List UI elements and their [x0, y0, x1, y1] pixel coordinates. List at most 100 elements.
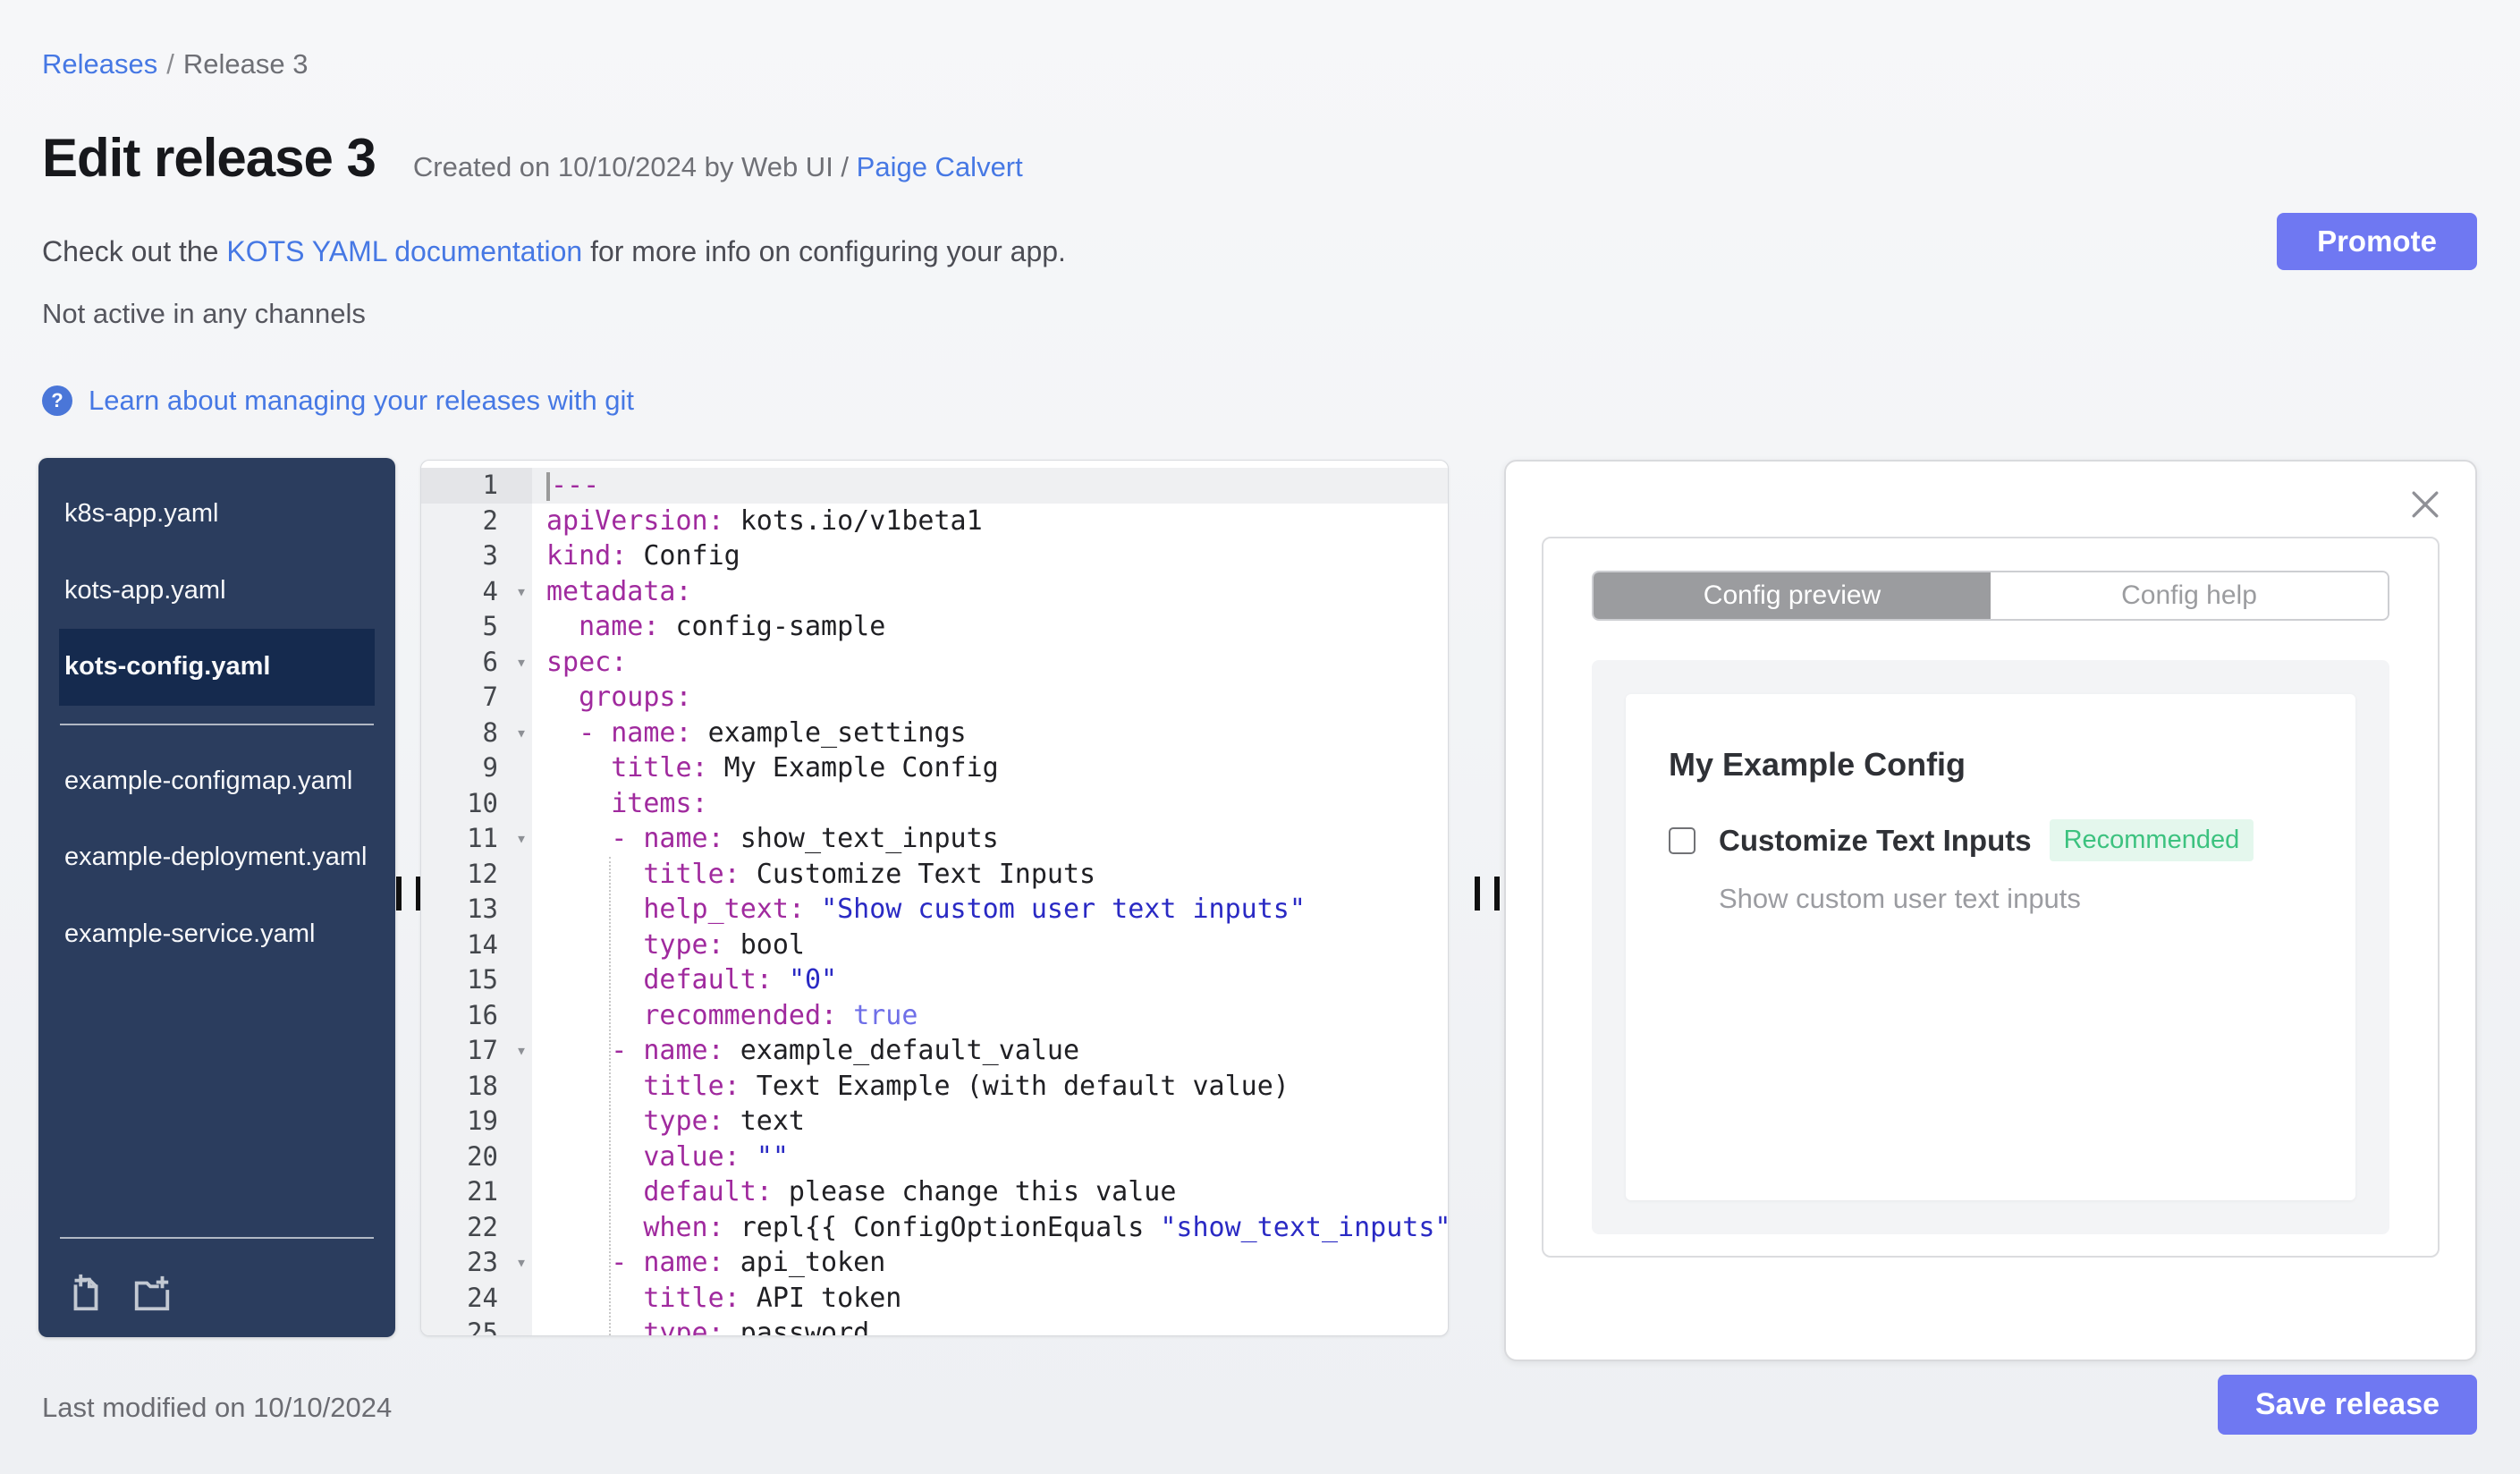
code-line-1[interactable]: 1 ---: [421, 468, 1448, 504]
code-line-3[interactable]: 3 kind: Config: [421, 538, 1448, 574]
new-file-icon[interactable]: [65, 1273, 106, 1314]
code-text: apiVersion: kots.io/v1beta1: [546, 504, 983, 537]
sidebar-file-k8s-app.yaml[interactable]: k8s-app.yaml: [59, 476, 375, 553]
code-text: name: config-sample: [579, 611, 886, 642]
code-text: type: text: [643, 1106, 805, 1137]
code-line-21[interactable]: 21 default: please change this value: [421, 1174, 1448, 1210]
file-list: k8s-app.yaml kots-app.yaml kots-config.yam…: [38, 476, 395, 972]
sidebar-bottom: [38, 1219, 395, 1337]
created-text: Created on 10/10/2024 by Web UI /: [412, 151, 857, 182]
fold-arrow-icon[interactable]: ▾: [516, 821, 527, 857]
code-text: type: bool: [643, 928, 805, 961]
last-modified-text: Last modified on 10/10/2024: [42, 1392, 393, 1423]
code-line-12[interactable]: 12 title: Customize Text Inputs: [421, 856, 1448, 892]
code-text: ---: [532, 468, 1448, 504]
fold-arrow-icon[interactable]: ▾: [516, 574, 527, 610]
line-number: 11 ▾: [421, 821, 532, 857]
config-card: My Example Config Customize Text Inputs …: [1626, 694, 2355, 1200]
code-line-11[interactable]: 11 ▾ - name: show_text_inputs: [421, 821, 1448, 857]
code-text: groups:: [579, 682, 692, 713]
line-number: 15: [421, 962, 532, 998]
code-line-8[interactable]: 8 ▾ - name: example_settings: [421, 715, 1448, 751]
sidebar-file-kots-config.yaml[interactable]: kots-config.yaml: [59, 629, 375, 706]
code-line-22[interactable]: 22 when: repl{{ ConfigOptionEquals "show…: [421, 1209, 1448, 1245]
config-tabs: Config preview Config help: [1592, 571, 2389, 621]
line-number: 6 ▾: [421, 644, 532, 681]
line-number: 2: [421, 503, 532, 538]
new-folder-icon[interactable]: [131, 1273, 173, 1314]
line-number: 21: [421, 1174, 532, 1210]
git-releases-link[interactable]: Learn about managing your releases with …: [89, 385, 634, 417]
code-line-2[interactable]: 2 apiVersion: kots.io/v1beta1: [421, 503, 1448, 538]
editor-lines: 1 --- 2 apiVersion: kots.io/v1beta1 3 kind: C…: [421, 461, 1448, 1335]
code-line-20[interactable]: 20 value: "": [421, 1139, 1448, 1174]
sidebar-file-example-configmap.yaml[interactable]: example-configmap.yaml: [59, 743, 375, 820]
question-icon: ?: [42, 385, 72, 416]
code-line-25[interactable]: 25 type: password: [421, 1316, 1448, 1336]
code-line-16[interactable]: 16 recommended: true: [421, 997, 1448, 1033]
code-text: default: please change this value: [643, 1176, 1177, 1207]
code-line-18[interactable]: 18 title: Text Example (with default val…: [421, 1068, 1448, 1104]
code-line-5[interactable]: 5 name: config-sample: [421, 609, 1448, 645]
code-line-24[interactable]: 24 title: API token: [421, 1280, 1448, 1316]
save-release-button[interactable]: Save release: [2218, 1375, 2477, 1435]
code-line-17[interactable]: 17 ▾ - name: example_default_value: [421, 1033, 1448, 1069]
config-item-help: Show custom user text inputs: [1719, 883, 2081, 914]
code-text: items:: [611, 787, 708, 819]
line-number: 5: [421, 609, 532, 645]
panel-resize-handle[interactable]: [1475, 877, 1500, 911]
close-icon[interactable]: [2406, 485, 2445, 524]
breadcrumb-releases-link[interactable]: Releases: [42, 48, 157, 80]
line-number: 3: [421, 538, 532, 574]
code-line-19[interactable]: 19 type: text: [421, 1104, 1448, 1139]
code-line-9[interactable]: 9 title: My Example Config: [421, 750, 1448, 786]
config-item-label: Customize Text Inputs: [1719, 823, 2032, 857]
code-text: - name: show_text_inputs: [611, 823, 999, 854]
line-number: 14: [421, 927, 532, 962]
doc-line: Check out the KOTS YAML documentation fo…: [42, 235, 1066, 268]
title-row: Edit release 3 Created on 10/10/2024 by …: [42, 127, 1023, 189]
config-preview-surface: My Example Config Customize Text Inputs …: [1592, 660, 2389, 1234]
code-line-4[interactable]: 4 ▾ metadata:: [421, 573, 1448, 610]
fold-arrow-icon[interactable]: ▾: [516, 645, 527, 681]
breadcrumb: Releases / Release 3: [42, 48, 308, 80]
customize-text-inputs-checkbox[interactable]: [1669, 826, 1696, 854]
yaml-code-editor[interactable]: 1 --- 2 apiVersion: kots.io/v1beta1 3 kind: C…: [420, 460, 1449, 1336]
code-text: metadata:: [546, 575, 692, 607]
code-text: when: repl{{ ConfigOptionEquals "show_te…: [643, 1211, 1448, 1243]
config-panel-card: Config preview Config help My Example Co…: [1542, 537, 2440, 1258]
code-line-7[interactable]: 7 groups:: [421, 680, 1448, 716]
code-line-6[interactable]: 6 ▾ spec:: [421, 644, 1448, 681]
kots-yaml-doc-link[interactable]: KOTS YAML documentation: [226, 235, 582, 267]
sidebar-file-kots-app.yaml[interactable]: kots-app.yaml: [59, 553, 375, 630]
code-text: spec:: [546, 646, 628, 678]
created-author-link[interactable]: Paige Calvert: [857, 151, 1023, 182]
code-line-15[interactable]: 15 default: "0": [421, 962, 1448, 998]
file-sidebar: k8s-app.yaml kots-app.yaml kots-config.yam…: [38, 458, 395, 1337]
tab-config-preview[interactable]: Config preview: [1594, 572, 1991, 619]
fold-arrow-icon[interactable]: ▾: [516, 1245, 527, 1281]
code-line-13[interactable]: 13 help_text: "Show custom user text inp…: [421, 892, 1448, 928]
config-group-title: My Example Config: [1669, 746, 1966, 783]
code-text: - name: api_token: [611, 1247, 886, 1278]
fold-arrow-icon[interactable]: ▾: [516, 716, 527, 751]
tab-config-help[interactable]: Config help: [1991, 572, 2388, 619]
line-number: 17 ▾: [421, 1033, 532, 1069]
code-text: type: password: [643, 1317, 870, 1336]
code-text: recommended: true: [643, 999, 918, 1031]
created-info: Created on 10/10/2024 by Web UI / Paige …: [413, 151, 1023, 183]
fold-arrow-icon[interactable]: ▾: [516, 1033, 527, 1069]
recommended-badge: Recommended: [2049, 819, 2254, 861]
sidebar-file-example-deployment.yaml[interactable]: example-deployment.yaml: [59, 819, 375, 896]
code-line-10[interactable]: 10 items:: [421, 785, 1448, 821]
promote-button[interactable]: Promote: [2277, 213, 2477, 270]
code-line-14[interactable]: 14 type: bool: [421, 927, 1448, 962]
sidebar-file-example-service.yaml[interactable]: example-service.yaml: [59, 896, 375, 973]
sidebar-resize-handle[interactable]: [396, 877, 421, 911]
line-number: 16: [421, 997, 532, 1033]
line-number: 4 ▾: [421, 573, 532, 610]
page-title: Edit release 3: [42, 128, 376, 188]
code-line-23[interactable]: 23 ▾ - name: api_token: [421, 1245, 1448, 1281]
line-number: 18: [421, 1068, 532, 1104]
line-number: 19: [421, 1104, 532, 1139]
